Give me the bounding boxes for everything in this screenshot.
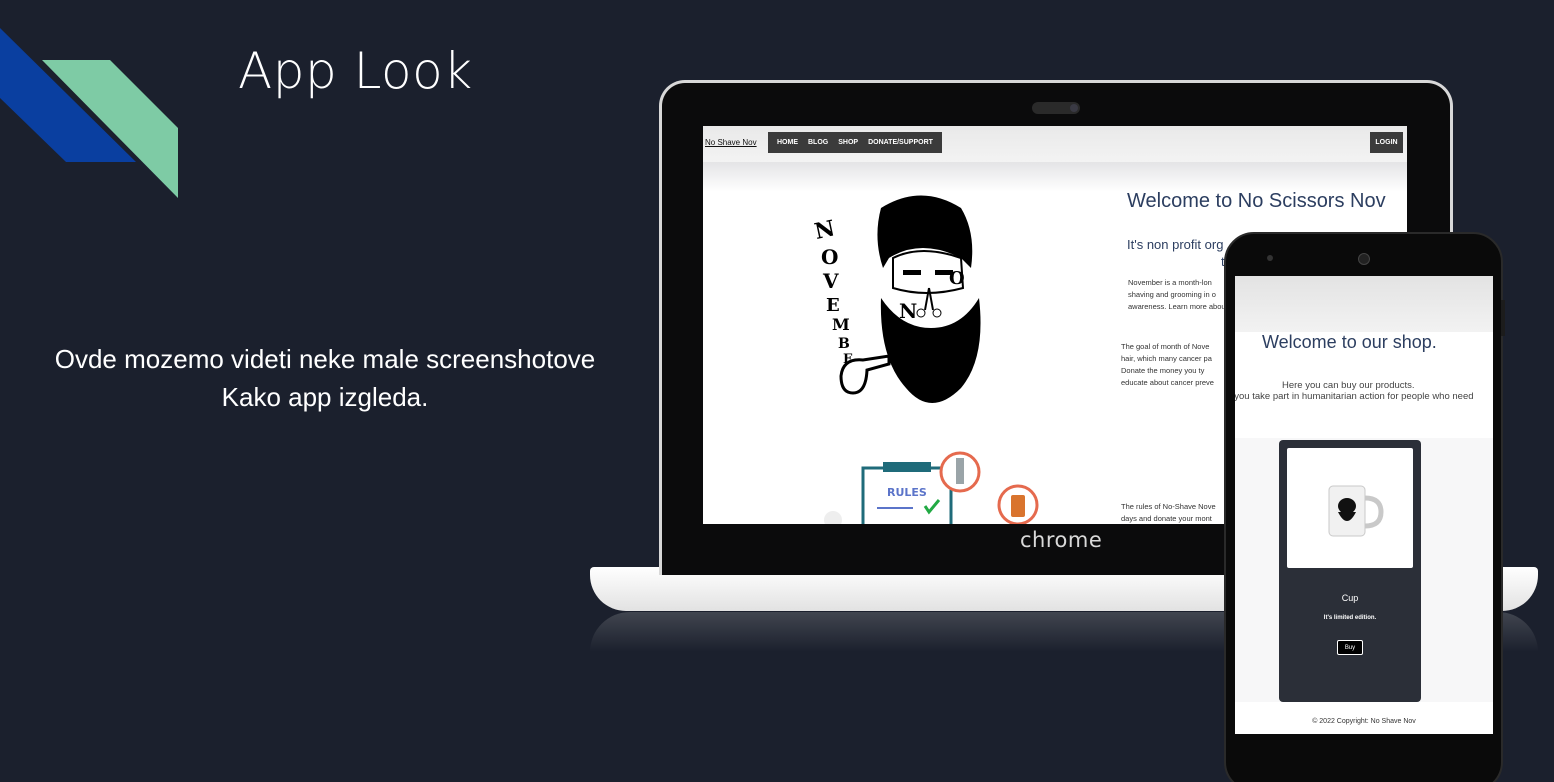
product-title: Cup	[1341, 593, 1359, 603]
logo-letter-o: O	[821, 245, 838, 269]
corner-decoration	[0, 28, 178, 198]
logo-no-n: N	[899, 299, 917, 323]
phone-camera-icon	[1358, 253, 1370, 265]
product-card: Cup It's limited edition. Buy	[1279, 440, 1421, 702]
logo-letter-n: N	[812, 215, 837, 245]
laptop-camera-icon	[1070, 104, 1078, 112]
goal-line-2: hair, which many cancer pa	[1121, 354, 1212, 363]
nonprofit-subheading: It's non profit org	[1127, 237, 1224, 252]
phone-footer: © 2022 Copyright: No Shave Nov	[1312, 718, 1416, 725]
rules-illustration: RULES	[824, 451, 1039, 524]
rules-label: RULES	[887, 486, 927, 499]
nav-item-shop[interactable]: SHOP	[838, 139, 858, 146]
goal-paragraph: The goal of month of Nove hair, which man…	[1121, 341, 1214, 389]
product-description: It's limited edition.	[1323, 615, 1377, 621]
phone-screen: Welcome to our shop. Here you can buy ou…	[1235, 276, 1493, 734]
site-nav-menu: HOME BLOG SHOP DONATE/SUPPORT	[768, 132, 942, 153]
intro-line-1: November is a month-lon	[1128, 278, 1212, 287]
shop-welcome-heading: Welcome to our shop.	[1262, 332, 1437, 352]
laptop-brand-label: chrome	[1020, 528, 1103, 552]
rules-paragraph: The rules of No-Shave Nove days and donat…	[1121, 501, 1216, 524]
rules-line-2: days and donate your mont	[1121, 514, 1212, 523]
shop-intro-line-2: , you take part in humanitarian action f…	[1235, 391, 1474, 402]
body-line-1: Ovde mozemo videti neke male screenshoto…	[54, 344, 596, 374]
intro-line-3: awareness. Learn more abou	[1128, 302, 1226, 311]
welcome-heading: Welcome to No Scissors Nov	[1127, 190, 1386, 212]
no-shave-logo-image: N O V E M B E R N O	[812, 195, 981, 403]
buy-button[interactable]: Buy	[1337, 640, 1363, 655]
login-button[interactable]: LOGIN	[1370, 132, 1403, 153]
intro-line-2: shaving and grooming in o	[1128, 290, 1216, 299]
logo-letter-v: V	[822, 269, 839, 293]
nav-item-home[interactable]: HOME	[777, 139, 798, 146]
goal-line-1: The goal of month of Nove	[1121, 342, 1210, 351]
nav-item-donate[interactable]: DONATE/SUPPORT	[868, 139, 933, 146]
intro-paragraph: November is a month-lon shaving and groom…	[1128, 277, 1226, 313]
rules-line-1: The rules of No-Shave Nove	[1121, 502, 1216, 511]
product-image	[1287, 448, 1413, 568]
shop-intro-line-1: Here you can buy our products.	[1282, 380, 1415, 391]
hero-band	[703, 162, 1407, 192]
phone-side-button	[1501, 300, 1505, 336]
phone-sensor-icon	[1267, 255, 1273, 261]
goal-line-3: Donate the money you ty	[1121, 366, 1205, 375]
presentation-slide: App Look Ovde mozemo videti neke male sc…	[0, 0, 1554, 782]
site-brand-link[interactable]: No Shave Nov	[705, 138, 757, 147]
logo-letter-e: E	[826, 295, 840, 316]
phone-header-band	[1235, 276, 1493, 332]
slide-title: App Look	[238, 42, 473, 100]
logo-letter-b: B	[838, 336, 850, 352]
cup-icon	[1328, 485, 1384, 537]
goal-line-4: educate about cancer preve	[1121, 378, 1214, 387]
slide-body-text: Ovde mozemo videti neke male screenshoto…	[30, 340, 620, 416]
body-line-2: Kako app izgleda.	[221, 382, 429, 412]
nav-item-blog[interactable]: BLOG	[808, 139, 828, 146]
logo-no-o: O	[949, 268, 965, 289]
logo-letter-m: M	[832, 315, 850, 334]
